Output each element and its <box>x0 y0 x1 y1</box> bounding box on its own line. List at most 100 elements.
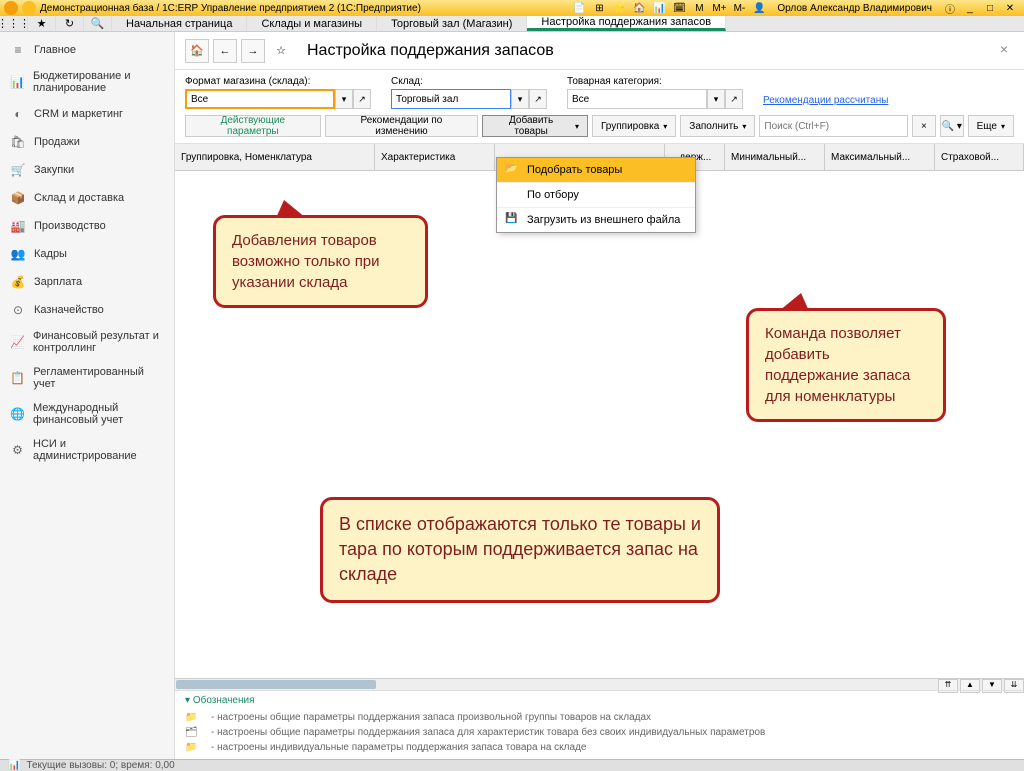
sidebar-label: Главное <box>34 44 76 56</box>
sidebar-label: Казначейство <box>34 304 104 316</box>
folder-icon: 📁 <box>185 712 205 723</box>
money-icon: 💰 <box>10 274 26 290</box>
callout-warehouse-required: Добавления товаров возможно только при у… <box>213 215 428 308</box>
col-characteristic[interactable]: Характеристика <box>375 144 495 170</box>
more-button[interactable]: Еще <box>968 115 1014 137</box>
toolbar-icon[interactable]: ⭐ <box>611 0 627 16</box>
active-params-button[interactable]: Действующие параметры <box>185 115 321 137</box>
apps-icon[interactable]: ⋮⋮⋮ <box>0 16 28 31</box>
sidebar-item-finance[interactable]: 📈Финансовый результат и контроллинг <box>0 324 174 360</box>
tab-stock-settings[interactable]: Настройка поддержания запасов <box>527 16 726 31</box>
sidebar-item-treasury[interactable]: ⊙Казначейство <box>0 296 174 324</box>
sidebar-item-payroll[interactable]: 💰Зарплата <box>0 268 174 296</box>
people-icon: 👥 <box>10 246 26 262</box>
legend-text: - настроены общие параметры поддержания … <box>211 727 765 738</box>
history-icon[interactable]: ↻ <box>56 16 84 31</box>
add-goods-button[interactable]: Добавить товары <box>482 115 588 137</box>
category-dropdown-button[interactable]: ▾ <box>707 89 725 109</box>
category-label: Товарная категория: <box>567 76 743 87</box>
dropdown-icon[interactable] <box>22 1 36 15</box>
tab-sales-floor[interactable]: Торговый зал (Магазин) <box>377 16 527 31</box>
sidebar-label: Регламентированный учет <box>33 366 164 390</box>
close-icon[interactable]: ✕ <box>1002 0 1018 16</box>
sklad-dropdown-button[interactable]: ▾ <box>511 89 529 109</box>
format-input[interactable] <box>185 89 335 109</box>
sidebar-label: Международный финансовый учет <box>33 402 164 426</box>
callout-command-explanation: Команда позволяет добавить поддержание з… <box>746 308 946 422</box>
recommendations-button[interactable]: Рекомендации по изменению <box>325 115 479 137</box>
callout-list-explanation: В списке отображаются только те товары и… <box>320 497 720 603</box>
star-icon[interactable]: ☆ <box>269 39 293 63</box>
col-max[interactable]: Максимальный... <box>825 144 935 170</box>
search-icon[interactable]: 🔍 <box>84 16 112 31</box>
toolbar-icon[interactable]: 🏠 <box>631 0 647 16</box>
factory-icon: 🏭 <box>10 218 26 234</box>
search-input[interactable] <box>759 115 908 137</box>
back-button[interactable]: ← <box>213 39 237 63</box>
sidebar-item-regulated[interactable]: 📋Регламентированный учет <box>0 360 174 396</box>
col-safety[interactable]: Страховой... <box>935 144 1024 170</box>
sidebar-item-admin[interactable]: ⚙НСИ и администрирование <box>0 432 174 468</box>
format-dropdown-button[interactable]: ▾ <box>335 89 353 109</box>
info-icon[interactable]: ⓘ <box>942 0 958 16</box>
dropdown-load-file[interactable]: 💾Загрузить из внешнего файла <box>497 208 695 232</box>
legend-title[interactable]: Обозначения <box>185 695 1014 706</box>
user-icon[interactable]: 👤 <box>751 0 767 16</box>
minimize-icon[interactable]: _ <box>962 0 978 16</box>
format-open-button[interactable]: ↗ <box>353 89 371 109</box>
close-page-button[interactable]: × <box>994 41 1014 61</box>
dropdown-by-filter[interactable]: По отбору <box>497 183 695 208</box>
sidebar-item-production[interactable]: 🏭 Производство <box>0 212 174 240</box>
category-open-button[interactable]: ↗ <box>725 89 743 109</box>
category-input[interactable] <box>567 89 707 109</box>
col-grouping[interactable]: Группировка, Номенклатура <box>175 144 375 170</box>
sklad-open-button[interactable]: ↗ <box>529 89 547 109</box>
gear-icon: ⚙ <box>10 442 25 458</box>
sidebar-item-budgeting[interactable]: 📊Бюджетирование и планирование <box>0 64 174 100</box>
app-logo-icon <box>4 1 18 15</box>
toolbar-icon[interactable]: 📄 <box>571 0 587 16</box>
menu-icon: ≡ <box>10 42 26 58</box>
scrollbar-thumb[interactable] <box>176 680 376 689</box>
m-minus-button[interactable]: M- <box>731 0 747 16</box>
sidebar-item-crm[interactable]: ◐CRM и маркетинг <box>0 100 174 128</box>
chart-icon: 📊 <box>10 74 25 90</box>
favorite-icon[interactable]: ★ <box>28 16 56 31</box>
sidebar-item-main[interactable]: ≡ Главное <box>0 36 174 64</box>
sidebar-item-hr[interactable]: 👥Кадры <box>0 240 174 268</box>
recommendations-link[interactable]: Рекомендации рассчитаны <box>763 95 888 109</box>
sidebar-item-ifrs[interactable]: 🌐Международный финансовый учет <box>0 396 174 432</box>
m-plus-button[interactable]: M+ <box>711 0 727 16</box>
forward-button[interactable]: → <box>241 39 265 63</box>
grouping-button[interactable]: Группировка <box>592 115 676 137</box>
status-text: Текущие вызовы: 0; время: 0,00 <box>26 760 174 771</box>
col-min[interactable]: Минимальный... <box>725 144 825 170</box>
sidebar-item-purchases[interactable]: 🛒Закупки <box>0 156 174 184</box>
maximize-icon[interactable]: □ <box>982 0 998 16</box>
sidebar-item-warehouse[interactable]: 📦Склад и доставка <box>0 184 174 212</box>
toolbar-icon[interactable]: ⊞ <box>591 0 607 16</box>
toolbar-icon[interactable]: 📊 <box>651 0 667 16</box>
sidebar-label: Производство <box>34 220 106 232</box>
cart-icon: 🛒 <box>10 162 26 178</box>
home-button[interactable]: 🏠 <box>185 39 209 63</box>
dropdown-select-goods[interactable]: 📂Подобрать товары <box>497 158 695 183</box>
window-title: Демонстрационная база / 1С:ERP Управлени… <box>40 3 421 14</box>
sidebar-label: Продажи <box>34 136 80 148</box>
sklad-input[interactable] <box>391 89 511 109</box>
clear-search-button[interactable]: × <box>912 115 936 137</box>
search-button[interactable]: 🔍 ▾ <box>940 115 964 137</box>
m-button[interactable]: M <box>691 0 707 16</box>
legend-text: - настроены общие параметры поддержания … <box>211 712 651 723</box>
sidebar-item-sales[interactable]: 🛍Продажи <box>0 128 174 156</box>
legend-text: - настроены индивидуальные параметры под… <box>211 742 586 753</box>
sidebar: ≡Главное 📊Бюджетирование и планирование … <box>0 32 175 759</box>
box-icon: 📦 <box>10 190 26 206</box>
fill-button[interactable]: Заполнить <box>680 115 755 137</box>
tab-home[interactable]: Начальная страница <box>112 16 247 31</box>
tab-warehouses[interactable]: Склады и магазины <box>247 16 377 31</box>
toolbar-icon[interactable]: 🗓 <box>671 0 687 16</box>
stats-icon: 📊 <box>8 760 20 771</box>
horizontal-scrollbar[interactable]: ⇈ ▲ ▼ ⇊ <box>175 678 1024 690</box>
user-name[interactable]: Орлов Александр Владимирович <box>777 3 932 14</box>
